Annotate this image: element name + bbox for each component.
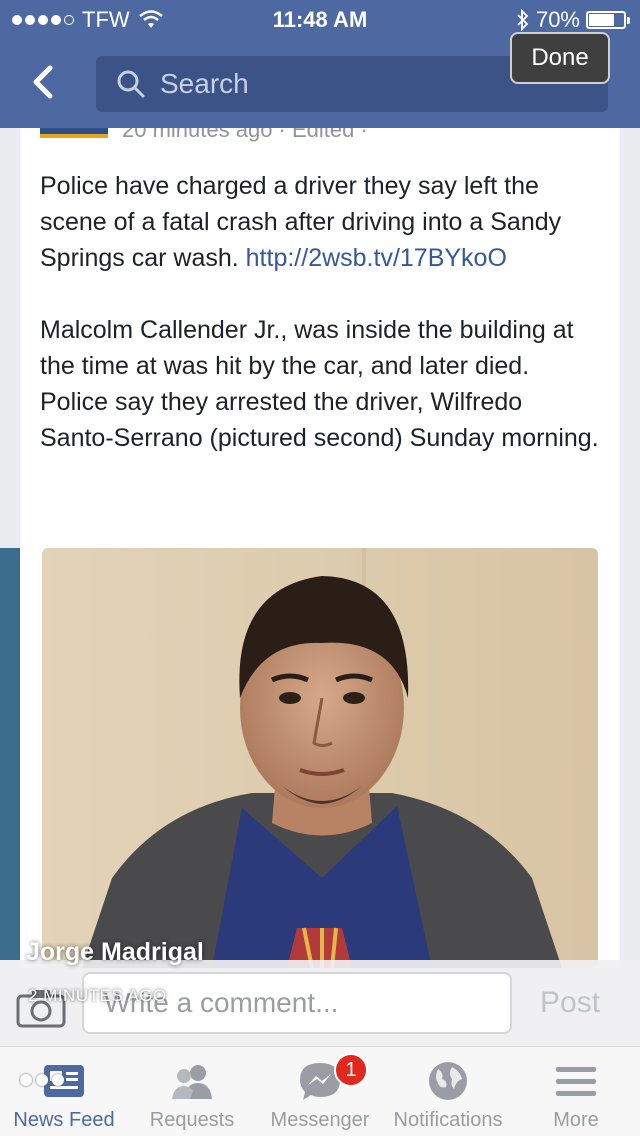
tab-news-feed[interactable]: News Feed — [0, 1047, 128, 1136]
story-link[interactable]: http://2wsb.tv/17BYkoO — [246, 244, 507, 272]
post-comment-button[interactable]: Post — [540, 986, 600, 1020]
overlay-timestamp: 2 MINUTES AGO — [28, 986, 167, 1005]
paragraph-2: Malcolm Callender Jr., was inside the bu… — [40, 316, 599, 452]
menu-icon — [556, 1067, 596, 1096]
friend-requests-icon — [172, 1065, 212, 1099]
tab-messenger[interactable]: 1 Messenger — [256, 1047, 384, 1136]
tab-requests[interactable]: Requests — [128, 1047, 256, 1136]
tab-label: More — [553, 1109, 599, 1131]
globe-icon — [429, 1062, 467, 1100]
battery-percent: 70% — [535, 7, 580, 32]
page-avatar[interactable] — [40, 128, 108, 138]
story-card: 20 minutes ago · Edited · Police have ch… — [20, 128, 620, 968]
battery-icon — [586, 11, 630, 29]
back-arrow-icon[interactable] — [22, 60, 66, 104]
search-placeholder: Search — [160, 68, 249, 99]
tab-more[interactable]: More — [512, 1047, 640, 1136]
search-icon — [117, 70, 145, 98]
tab-label: Messenger — [270, 1109, 370, 1131]
tab-label: Requests — [149, 1109, 235, 1131]
battery-status: 70% — [516, 7, 630, 33]
tab-label: Notifications — [393, 1109, 503, 1131]
assistive-touch-icon[interactable] — [20, 1074, 64, 1086]
bluetooth-icon — [517, 9, 529, 31]
story-photo[interactable] — [42, 548, 598, 968]
tab-bar: News Feed Requests 1 Messenger Notificat… — [0, 1046, 640, 1136]
story-text: Police have charged a driver they say le… — [40, 168, 600, 456]
story-timestamp: 20 minutes ago · Edited · — [122, 128, 368, 142]
done-button[interactable]: Done — [510, 32, 610, 84]
portrait-photo — [42, 548, 598, 968]
overlay-author-name: Jorge Madrigal — [26, 938, 204, 966]
story-header: 20 minutes ago · Edited · — [40, 128, 368, 146]
tab-notifications[interactable]: Notifications — [384, 1047, 512, 1136]
navigation-bar: Search Done — [0, 32, 640, 128]
paragraph-1: Police have charged a driver they say le… — [40, 168, 600, 276]
messenger-badge: 1 — [334, 1053, 368, 1087]
